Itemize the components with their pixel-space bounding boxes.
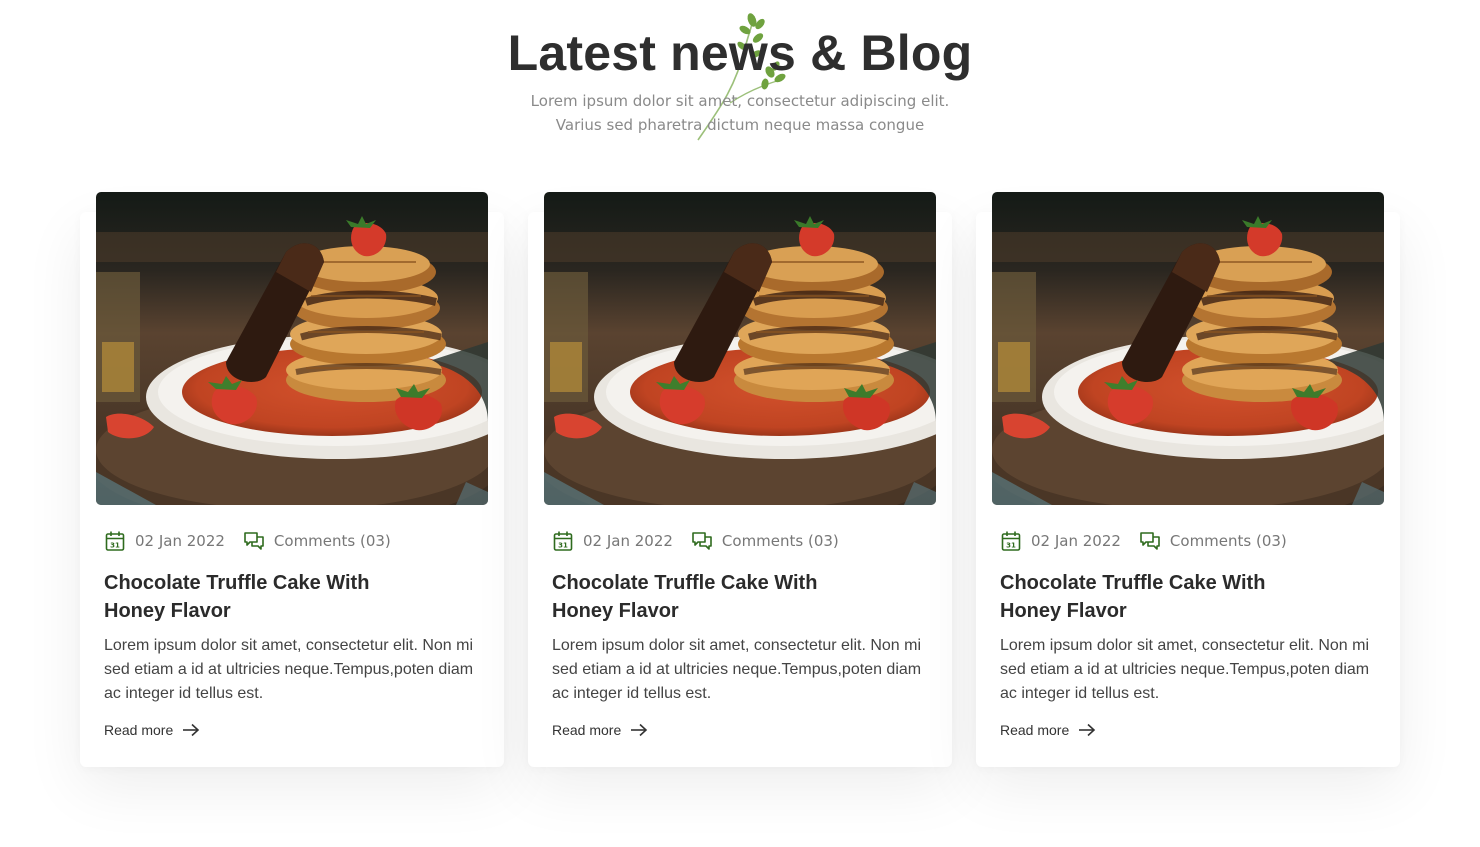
- arrow-right-icon: [631, 723, 648, 737]
- post-excerpt: Lorem ipsum dolor sit amet, consectetur …: [1000, 637, 1370, 702]
- waffles-photo: [544, 192, 936, 505]
- post-title-line-2: Honey Flavor: [1000, 600, 1127, 622]
- post-title[interactable]: Chocolate Truffle Cake With Honey Flavor: [552, 569, 872, 625]
- calendar-icon: 31: [105, 531, 125, 551]
- post-title-line-1: Chocolate Truffle Cake With: [1000, 572, 1266, 594]
- read-more-link[interactable]: Read more: [1000, 722, 1096, 738]
- blog-card-image[interactable]: [544, 192, 936, 505]
- post-excerpt: Lorem ipsum dolor sit amet, consectetur …: [552, 637, 922, 702]
- arrow-right-icon: [183, 723, 200, 737]
- comments-icon: [244, 532, 264, 550]
- post-excerpt: Lorem ipsum dolor sit amet, consectetur …: [104, 637, 474, 702]
- comments-icon: [1140, 532, 1160, 550]
- read-more-label: Read more: [104, 722, 174, 738]
- section-title: Latest news & Blog: [507, 25, 973, 81]
- blog-card-image[interactable]: [96, 192, 488, 505]
- post-meta: 31 02 Jan 2022 Comments (03): [104, 529, 391, 553]
- post-comments[interactable]: Comments (03): [1170, 532, 1287, 550]
- post-comments[interactable]: Comments (03): [722, 532, 839, 550]
- read-more-label: Read more: [552, 722, 622, 738]
- waffles-photo: [96, 192, 488, 505]
- post-title[interactable]: Chocolate Truffle Cake With Honey Flavor: [1000, 569, 1320, 625]
- post-title-line-1: Chocolate Truffle Cake With: [552, 572, 818, 594]
- post-title-line-2: Honey Flavor: [552, 600, 679, 622]
- waffles-photo: [992, 192, 1384, 505]
- post-meta: 31 02 Jan 2022 Comments (03): [552, 529, 839, 553]
- post-comments[interactable]: Comments (03): [274, 532, 391, 550]
- subtitle-line-2: Varius sed pharetra dictum neque massa c…: [555, 116, 925, 134]
- post-title[interactable]: Chocolate Truffle Cake With Honey Flavor: [104, 569, 424, 625]
- post-date: 02 Jan 2022: [1031, 532, 1121, 550]
- blog-card: 31 02 Jan 2022 Comments (03) Chocolate T…: [976, 192, 1400, 767]
- calendar-icon: 31: [1001, 531, 1021, 551]
- read-more-link[interactable]: Read more: [104, 722, 200, 738]
- comments-icon: [692, 532, 712, 550]
- post-title-line-1: Chocolate Truffle Cake With: [104, 572, 370, 594]
- arrow-right-icon: [1079, 723, 1096, 737]
- read-more-label: Read more: [1000, 722, 1070, 738]
- svg-text:31: 31: [558, 542, 568, 550]
- post-date: 02 Jan 2022: [135, 532, 225, 550]
- post-meta: 31 02 Jan 2022 Comments (03): [1000, 529, 1287, 553]
- calendar-icon: 31: [553, 531, 573, 551]
- blog-card-image[interactable]: [992, 192, 1384, 505]
- read-more-link[interactable]: Read more: [552, 722, 648, 738]
- blog-card: 31 02 Jan 2022 Comments (03) Chocolate T…: [80, 192, 504, 767]
- section-subtitle: Lorem ipsum dolor sit amet, consectetur …: [0, 89, 1480, 137]
- svg-text:31: 31: [1006, 542, 1016, 550]
- blog-card: 31 02 Jan 2022 Comments (03) Chocolate T…: [528, 192, 952, 767]
- svg-text:31: 31: [110, 542, 120, 550]
- post-date: 02 Jan 2022: [583, 532, 673, 550]
- subtitle-line-1: Lorem ipsum dolor sit amet, consectetur …: [530, 92, 950, 110]
- post-title-line-2: Honey Flavor: [104, 600, 231, 622]
